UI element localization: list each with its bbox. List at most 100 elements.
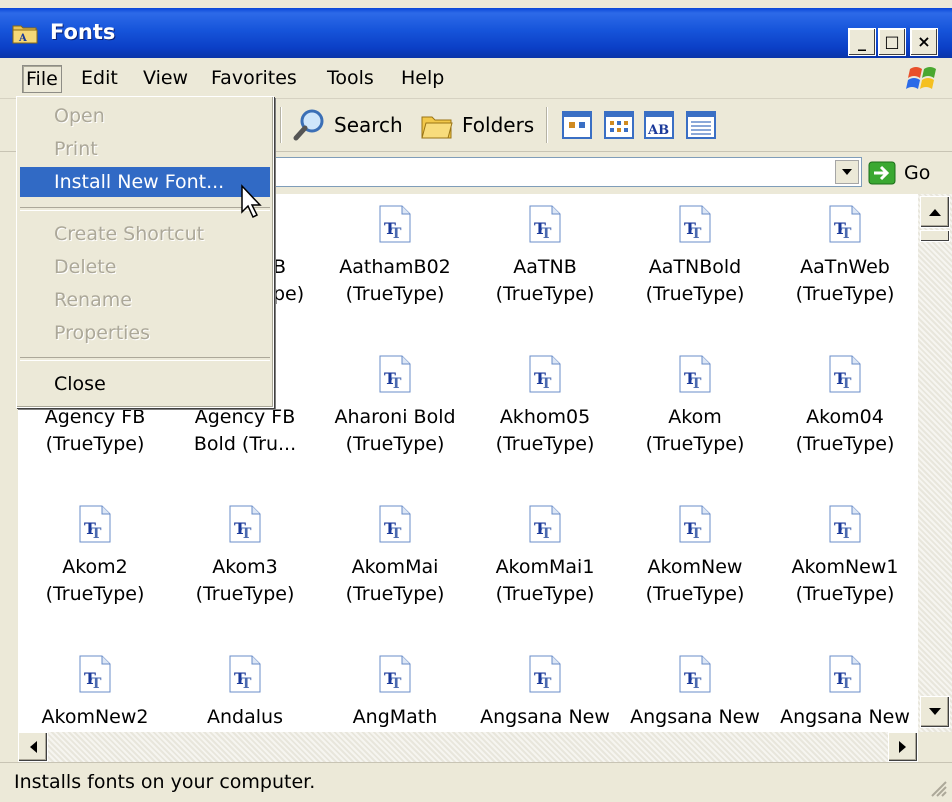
scroll-down-button[interactable] [920, 696, 950, 728]
svg-text:T: T [841, 526, 852, 542]
font-name: Angsana New [480, 706, 610, 728]
search-label: Search [334, 113, 403, 137]
menu-item-open[interactable]: Open [20, 101, 270, 131]
font-item[interactable]: TT AathamB02 (TrueType) [320, 204, 470, 308]
close-button[interactable]: × [910, 28, 938, 56]
menu-help[interactable]: Help [398, 65, 447, 91]
menu-bar: File Edit View Favorites Tools Help [0, 58, 952, 99]
similarity-view-icon[interactable]: AB [644, 111, 674, 139]
font-name: Andalus [207, 706, 283, 728]
font-item[interactable]: TT AkomMai (TrueType) [320, 504, 470, 608]
go-button[interactable]: Go [868, 159, 930, 187]
font-item[interactable]: TT Akom3 (TrueType) [170, 504, 320, 608]
folders-button[interactable]: Folders [420, 105, 534, 145]
toolbar-separator [280, 107, 282, 143]
font-item[interactable]: TT Aharoni Bold (TrueType) [320, 354, 470, 458]
font-type: (TrueType) [345, 283, 445, 305]
address-dropdown-button[interactable] [835, 160, 859, 184]
truetype-font-icon: TT [529, 655, 561, 693]
svg-text:T: T [541, 676, 552, 692]
menu-item-rename[interactable]: Rename [20, 285, 270, 315]
minimize-button[interactable]: _ [848, 28, 876, 56]
arrow-left-icon [30, 741, 37, 753]
scroll-left-button[interactable] [18, 732, 48, 762]
font-type: (TrueType) [45, 583, 145, 605]
scroll-thumb[interactable] [920, 230, 950, 242]
truetype-font-icon: TT [379, 505, 411, 543]
font-item[interactable]: TT AaTNB (TrueType) [470, 204, 620, 308]
menu-item-create-shortcut[interactable]: Create Shortcut [20, 219, 270, 249]
font-item[interactable]: TT Akom (TrueType) [620, 354, 770, 458]
menu-item-close[interactable]: Close [20, 369, 270, 399]
font-item[interactable]: TT AkomNew2 [20, 654, 170, 731]
font-name: Angsana New [780, 706, 910, 728]
status-bar: Installs fonts on your computer. [0, 762, 952, 802]
toolbar-separator [546, 107, 548, 143]
font-type: Bold (Tru... [193, 433, 297, 455]
details-view-icon[interactable] [686, 111, 716, 139]
truetype-font-icon: TT [79, 655, 111, 693]
font-item[interactable]: TT Angsana New [470, 654, 620, 731]
search-button[interactable]: Search [292, 105, 403, 145]
maximize-button[interactable]: □ [878, 28, 906, 56]
folders-icon [421, 116, 453, 139]
svg-text:T: T [391, 376, 402, 392]
font-item[interactable]: TT Akom2 (TrueType) [20, 504, 170, 608]
svg-text:T: T [841, 676, 852, 692]
arrow-down-icon [929, 708, 941, 715]
menu-tools[interactable]: Tools [324, 65, 377, 91]
go-arrow-icon [868, 161, 896, 185]
font-name: Akom3 [212, 556, 278, 578]
font-name: AkomMai1 [495, 556, 595, 578]
vertical-scrollbar[interactable] [918, 194, 952, 732]
font-item[interactable]: TT AkomNew1 (TrueType) [770, 504, 918, 608]
arrow-right-icon [899, 741, 906, 753]
font-name: AaTNBold [648, 256, 742, 278]
file-menu-dropdown: Open Print Install New Font... Create Sh… [16, 96, 274, 408]
font-item[interactable]: TT AkomMai1 (TrueType) [470, 504, 620, 608]
font-item[interactable]: TT AaTnWeb (TrueType) [770, 204, 918, 308]
font-item[interactable]: TT AngMath [320, 654, 470, 731]
font-type: (TrueType) [45, 433, 145, 455]
svg-text:T: T [691, 226, 702, 242]
font-type: (TrueType) [795, 583, 895, 605]
resize-grip-icon[interactable] [926, 776, 948, 798]
font-item[interactable]: TT Andalus [170, 654, 320, 731]
mouse-pointer-icon [241, 184, 262, 219]
menu-file[interactable]: File [22, 65, 62, 93]
font-item[interactable]: TT Akom04 (TrueType) [770, 354, 918, 458]
menu-item-properties[interactable]: Properties [20, 318, 270, 348]
title-bar[interactable]: A Fonts _ □ × [0, 8, 952, 58]
svg-text:T: T [841, 226, 852, 242]
font-item[interactable]: TT AkomNew (TrueType) [620, 504, 770, 608]
scroll-right-button[interactable] [888, 732, 918, 762]
menu-view[interactable]: View [140, 65, 191, 91]
large-icons-view-icon[interactable] [562, 111, 592, 139]
menu-edit[interactable]: Edit [78, 65, 121, 91]
menu-item-print[interactable]: Print [20, 134, 270, 164]
small-icons-view-icon[interactable] [604, 111, 634, 139]
font-item[interactable]: TT AaTNBold (TrueType) [620, 204, 770, 308]
font-name: AkomNew2 [41, 706, 149, 728]
menu-favorites[interactable]: Favorites [208, 65, 300, 91]
horizontal-scrollbar[interactable] [18, 732, 918, 762]
svg-text:T: T [241, 526, 252, 542]
font-name: AkomMai [351, 556, 439, 578]
font-name: Akhom05 [499, 406, 591, 428]
menu-item-install-new-font[interactable]: Install New Font... [20, 167, 270, 197]
svg-text:T: T [691, 376, 702, 392]
menu-item-delete[interactable]: Delete [20, 252, 270, 282]
svg-text:T: T [391, 226, 402, 242]
font-name: AngMath [352, 706, 438, 728]
font-item[interactable]: TT Angsana New [770, 654, 918, 731]
search-icon [293, 109, 324, 141]
font-name: Aharoni Bold [334, 406, 456, 428]
address-input[interactable] [270, 157, 862, 187]
truetype-font-icon: TT [829, 355, 861, 393]
font-item[interactable]: TT Akhom05 (TrueType) [470, 354, 620, 458]
font-type: (TrueType) [645, 583, 745, 605]
font-name: Agency FB [44, 406, 146, 428]
font-item[interactable]: TT Angsana New [620, 654, 770, 731]
scroll-up-button[interactable] [920, 196, 950, 228]
font-name: AathamB02 [339, 256, 451, 278]
